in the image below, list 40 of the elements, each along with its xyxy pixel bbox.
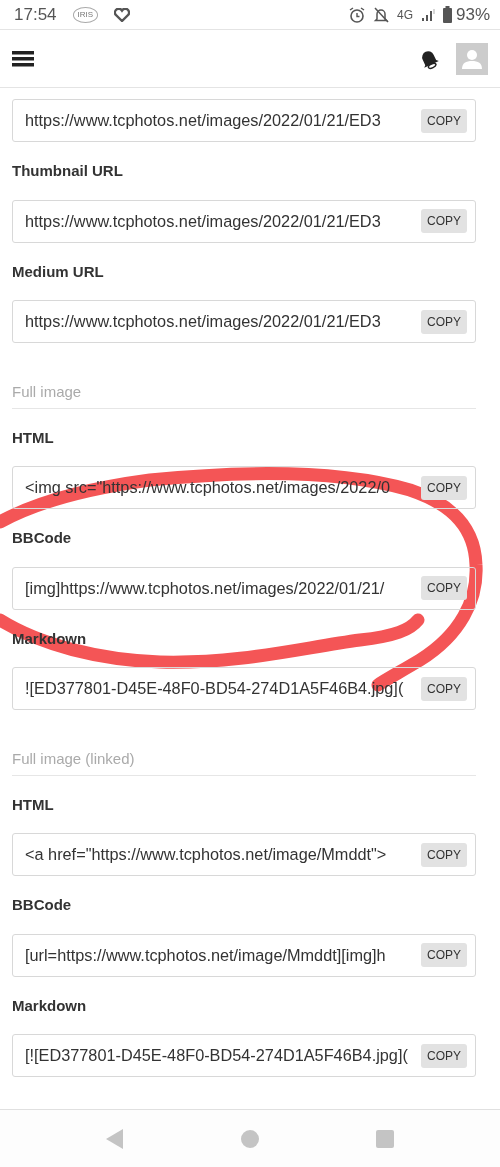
alarm-icon: [348, 6, 365, 23]
signal-icon: [420, 7, 435, 22]
field-label: HTML: [12, 794, 54, 815]
heart-icon: [114, 7, 131, 22]
copy-button[interactable]: COPY: [421, 576, 467, 600]
field-label: Markdown: [12, 628, 87, 649]
status-time: 17:54: [14, 3, 57, 26]
avatar-button[interactable]: [456, 42, 488, 75]
code-field[interactable]: [img]https://www.tcphotos.net/images/2022/01/21/ COPY: [12, 566, 476, 610]
code-field[interactable]: [![ED377801-D45E-48F0-BD54-274D1A5F46B4.jpg]( COPY: [12, 1034, 476, 1077]
recents-icon[interactable]: [375, 1129, 394, 1148]
copy-button[interactable]: COPY: [421, 1043, 467, 1068]
copy-button[interactable]: COPY: [421, 108, 467, 133]
copy-button[interactable]: COPY: [421, 309, 467, 334]
field-label: Markdown: [12, 995, 87, 1016]
copy-button[interactable]: COPY: [421, 475, 467, 500]
field-label: BBCode: [12, 528, 72, 548]
code-field[interactable]: https://www.tcphotos.net/images/2022/01/21/ED3 COPY: [12, 99, 476, 142]
section-heading: Full image: [12, 381, 476, 409]
battery-level: 93%: [455, 3, 490, 26]
copy-button[interactable]: COPY: [421, 842, 467, 867]
field-label: Thumbnail URL: [12, 161, 123, 181]
field-label: Medium URL: [12, 261, 104, 282]
copy-button[interactable]: COPY: [421, 943, 467, 967]
battery-icon: [442, 6, 452, 23]
home-icon[interactable]: [241, 1129, 259, 1148]
code-field[interactable]: ![ED377801-D45E-48F0-BD54-274D1A5F46B4.jpg]( COPY: [12, 667, 476, 710]
copy-button[interactable]: COPY: [421, 209, 467, 233]
code-field[interactable]: https://www.tcphotos.net/images/2022/01/21/ED3 COPY: [12, 199, 476, 243]
copy-button[interactable]: COPY: [421, 676, 467, 701]
section-heading: Full image (linked): [12, 748, 476, 776]
person-icon: [461, 47, 483, 70]
bell-off-icon: [372, 6, 389, 23]
code-field[interactable]: [url=https://www.tcphotos.net/image/Mmddt][img]h COPY: [12, 933, 476, 977]
code-field[interactable]: https://www.tcphotos.net/images/2022/01/21/ED3 COPY: [12, 300, 476, 343]
network-label: 4G: [396, 6, 413, 24]
back-icon[interactable]: [106, 1128, 125, 1149]
field-label: HTML: [12, 427, 54, 448]
field-label: BBCode: [12, 895, 72, 915]
code-field[interactable]: <a href="https://www.tcphotos.net/image/Mmddt"> COPY: [12, 833, 476, 876]
